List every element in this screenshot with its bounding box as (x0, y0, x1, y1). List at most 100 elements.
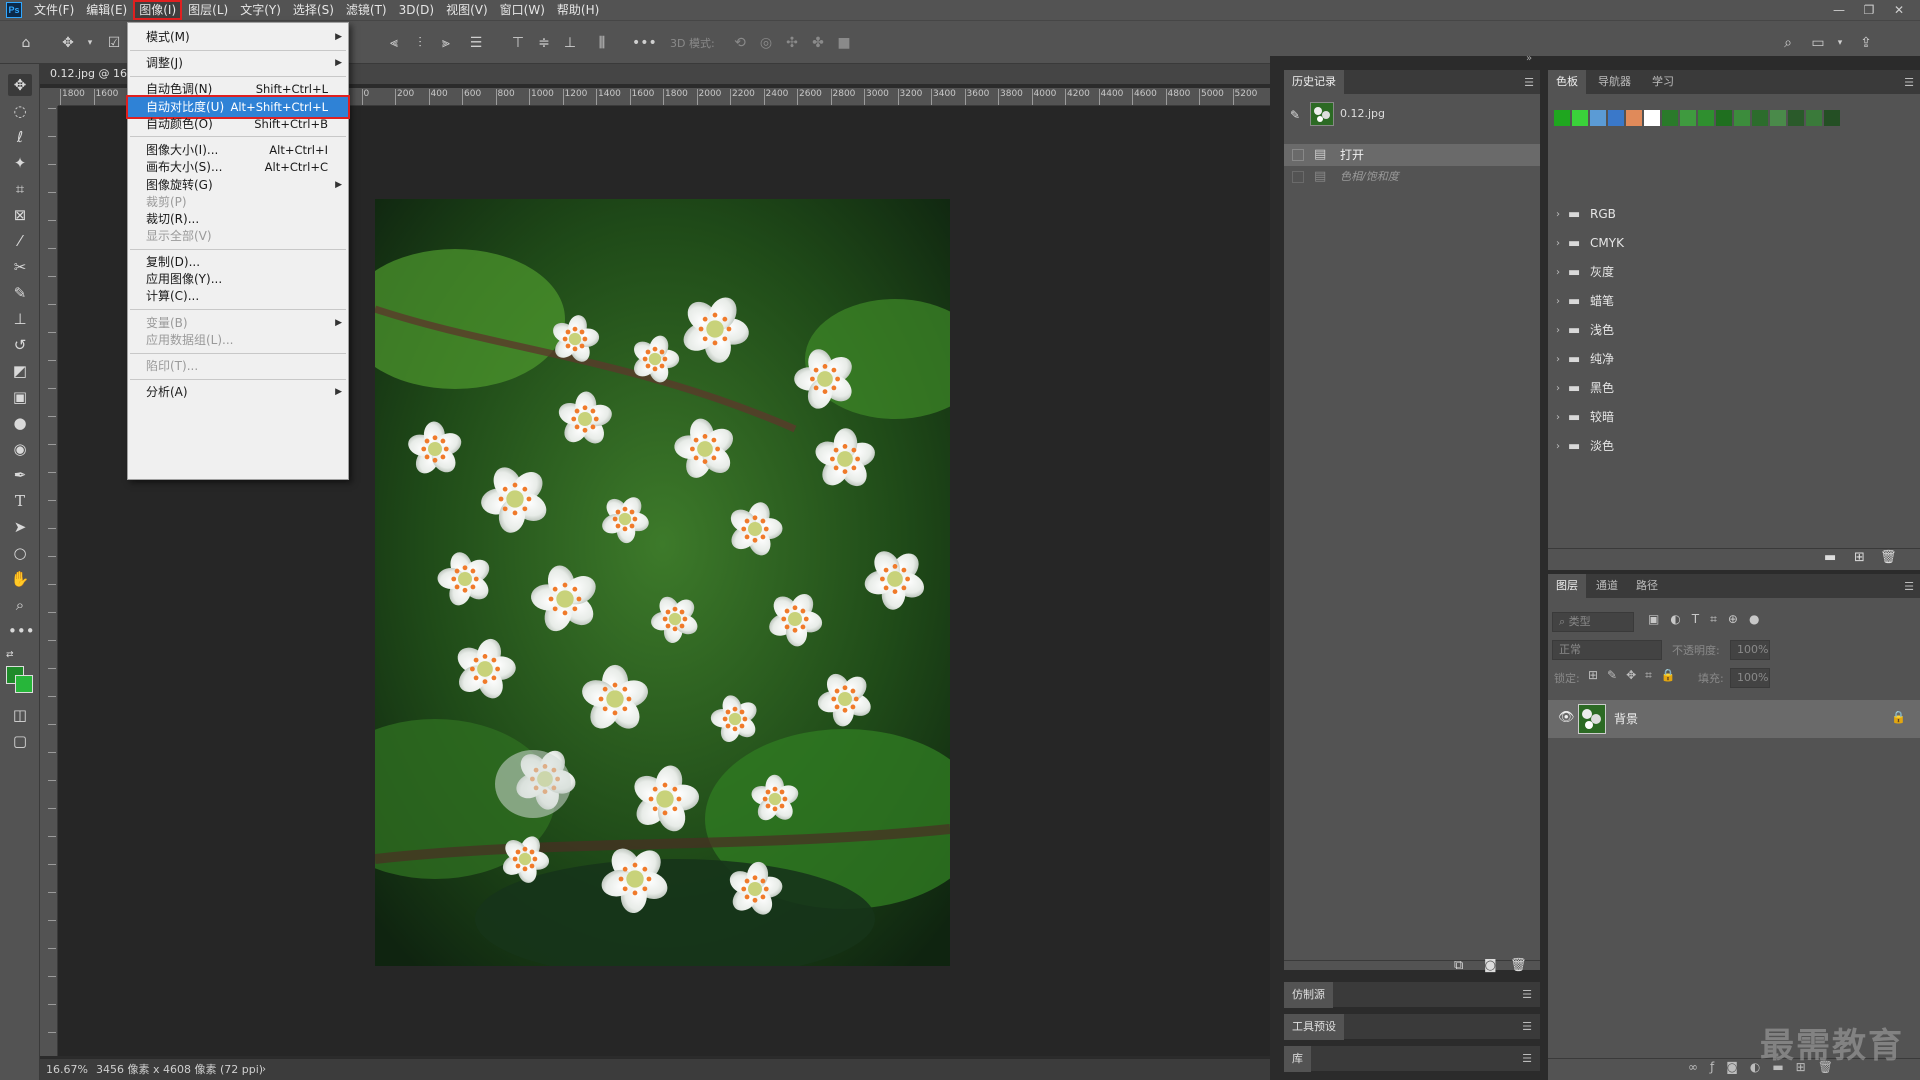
menu-help[interactable]: 帮助(H) (551, 0, 605, 20)
menu-select[interactable]: 选择(S) (287, 0, 340, 20)
history-source-checkbox[interactable] (1292, 149, 1304, 161)
align-middle-icon[interactable]: ≑ (534, 33, 554, 53)
color-swatch[interactable] (1788, 110, 1804, 126)
menu-layer[interactable]: 图层(L) (182, 0, 234, 20)
chevron-right-icon[interactable]: › (1556, 229, 1560, 258)
panel-menu-icon[interactable]: ☰ (1904, 580, 1914, 593)
lock-icon[interactable]: 🔒 (1891, 710, 1906, 724)
distribute-vertical-icon[interactable]: ⫼ (592, 33, 612, 53)
distribute-icon[interactable]: ☰ (466, 33, 486, 53)
history-brush-source-icon[interactable]: ✎ (1290, 108, 1300, 122)
chevron-down-icon[interactable]: ▾ (1830, 33, 1850, 53)
color-swatch[interactable] (1626, 110, 1642, 126)
zoom-tool-icon[interactable]: ⌕ (8, 594, 32, 616)
close-button[interactable]: ✕ (1884, 0, 1914, 20)
more-options-icon[interactable]: ••• (632, 33, 657, 53)
tab-channels[interactable]: 通道 (1588, 574, 1626, 598)
panel-menu-icon[interactable]: ☰ (1522, 1020, 1532, 1033)
swatch-group[interactable]: › ▬ 淡色 (1548, 432, 1920, 461)
edit-toolbar-icon[interactable]: ••• (8, 620, 35, 642)
chevron-right-icon[interactable]: › (262, 1059, 266, 1080)
gradient-tool-icon[interactable]: ▣ (8, 386, 32, 408)
3d-pan-icon[interactable]: ✣ (782, 33, 802, 53)
menu-view[interactable]: 视图(V) (440, 0, 494, 20)
tool-presets-panel[interactable]: 工具预设 ☰ (1284, 1014, 1540, 1040)
align-bottom-icon[interactable]: ⊥ (560, 33, 580, 53)
chevron-right-icon[interactable]: › (1556, 403, 1560, 432)
history-source-checkbox[interactable] (1292, 171, 1304, 183)
document-tab[interactable]: 0.12.jpg @ 16. (40, 64, 130, 84)
tab-navigator[interactable]: 导航器 (1590, 70, 1639, 94)
chevron-right-icon[interactable]: › (1556, 258, 1560, 287)
layer-filter-select[interactable]: ⌕ 类型 (1552, 612, 1634, 632)
snapshot-name[interactable]: 0.12.jpg (1340, 107, 1385, 120)
align-left-icon[interactable]: ⫷ (384, 33, 404, 53)
tab-swatches[interactable]: 色板 (1548, 70, 1586, 94)
chevron-right-icon[interactable]: › (1556, 200, 1560, 229)
new-swatch-icon[interactable]: ⊞ (1854, 550, 1865, 565)
swap-colors-icon[interactable]: ⇄ (6, 650, 18, 662)
3d-slide-icon[interactable]: ✤ (808, 33, 828, 53)
image-menu-item[interactable]: 自动颜色(O) Shift+Ctrl+B (128, 114, 348, 134)
eraser-icon[interactable]: ◩ (8, 360, 32, 382)
image-menu-item[interactable]: 模式(M) ▶ (128, 27, 348, 47)
swatch-group[interactable]: › ▬ 灰度 (1548, 258, 1920, 287)
color-swatch[interactable] (1644, 110, 1660, 126)
tab-libraries[interactable]: 库 (1284, 1046, 1311, 1072)
share-icon[interactable]: ⇪ (1856, 33, 1876, 53)
image-menu-item[interactable]: 画布大小(S)... Alt+Ctrl+C (128, 157, 348, 177)
layer-name[interactable]: 背景 (1614, 710, 1638, 727)
color-swatch[interactable] (1608, 110, 1624, 126)
panel-menu-icon[interactable]: ☰ (1904, 76, 1914, 89)
pen-tool-icon[interactable]: ✒ (8, 464, 32, 486)
swatch-group[interactable]: › ▬ RGB (1548, 200, 1920, 229)
workspace-icon[interactable]: ▭ (1808, 33, 1828, 53)
hand-tool-icon[interactable]: ✋ (8, 568, 32, 590)
lasso-tool-icon[interactable]: ℓ (8, 126, 32, 148)
eyedropper-icon[interactable]: ⁄ (8, 230, 32, 252)
lock-icons[interactable]: ⊞✎✥⌗🔒 (1588, 668, 1685, 683)
zoom-level[interactable]: 16.67% (46, 1059, 88, 1080)
swatch-group[interactable]: › ▬ CMYK (1548, 229, 1920, 258)
screen-mode-icon[interactable]: ▢ (8, 730, 32, 752)
panel-menu-icon[interactable]: ☰ (1524, 76, 1534, 89)
color-swatch[interactable] (1770, 110, 1786, 126)
menu-image[interactable]: 图像(I) (133, 0, 183, 20)
image-menu-item[interactable]: 计算(C)... (128, 286, 348, 306)
image-menu-item[interactable]: 调整(J) ▶ (128, 53, 348, 73)
color-swatch[interactable] (1590, 110, 1606, 126)
color-swatch[interactable] (1824, 110, 1840, 126)
new-document-from-state-icon[interactable]: ⧉ (1454, 958, 1463, 973)
minimize-button[interactable]: — (1824, 0, 1854, 20)
chevron-right-icon[interactable]: › (1556, 374, 1560, 403)
background-color-swatch[interactable] (15, 675, 33, 693)
trash-icon[interactable]: 🗑 (1880, 550, 1897, 565)
search-icon[interactable]: ⌕ (1778, 33, 1798, 53)
trash-icon[interactable]: 🗑 (1510, 958, 1527, 973)
opacity-input[interactable]: 100% (1730, 640, 1770, 660)
menu-file[interactable]: 文件(F) (28, 0, 80, 20)
collapse-icon[interactable]: » (1526, 53, 1532, 64)
swatch-group[interactable]: › ▬ 蜡笔 (1548, 287, 1920, 316)
move-tool-icon[interactable]: ✥ (58, 33, 78, 53)
swatch-group[interactable]: › ▬ 纯净 (1548, 345, 1920, 374)
color-swatch[interactable] (1680, 110, 1696, 126)
panel-menu-icon[interactable]: ☰ (1522, 1052, 1532, 1065)
tab-learn[interactable]: 学习 (1644, 70, 1682, 94)
3d-roll-icon[interactable]: ◎ (756, 33, 776, 53)
marquee-tool-icon[interactable]: ◌ (8, 100, 32, 122)
fill-input[interactable]: 100% (1730, 668, 1770, 688)
tab-clone-source[interactable]: 仿制源 (1284, 982, 1333, 1008)
image-menu-item[interactable]: 分析(A) ▶ (128, 382, 348, 402)
color-swatch[interactable] (1752, 110, 1768, 126)
menu-edit[interactable]: 编辑(E) (80, 0, 133, 20)
crop-tool-icon[interactable]: ⌗ (8, 178, 32, 200)
3d-orbit-icon[interactable]: ⟲ (730, 33, 750, 53)
panel-menu-icon[interactable]: ☰ (1522, 988, 1532, 1001)
document-image[interactable] (375, 199, 950, 966)
color-swatch[interactable] (1662, 110, 1678, 126)
chevron-right-icon[interactable]: › (1556, 287, 1560, 316)
menu-type[interactable]: 文字(Y) (234, 0, 287, 20)
layer-row[interactable]: 👁 背景 🔒 (1548, 700, 1920, 738)
color-swatch[interactable] (1806, 110, 1822, 126)
